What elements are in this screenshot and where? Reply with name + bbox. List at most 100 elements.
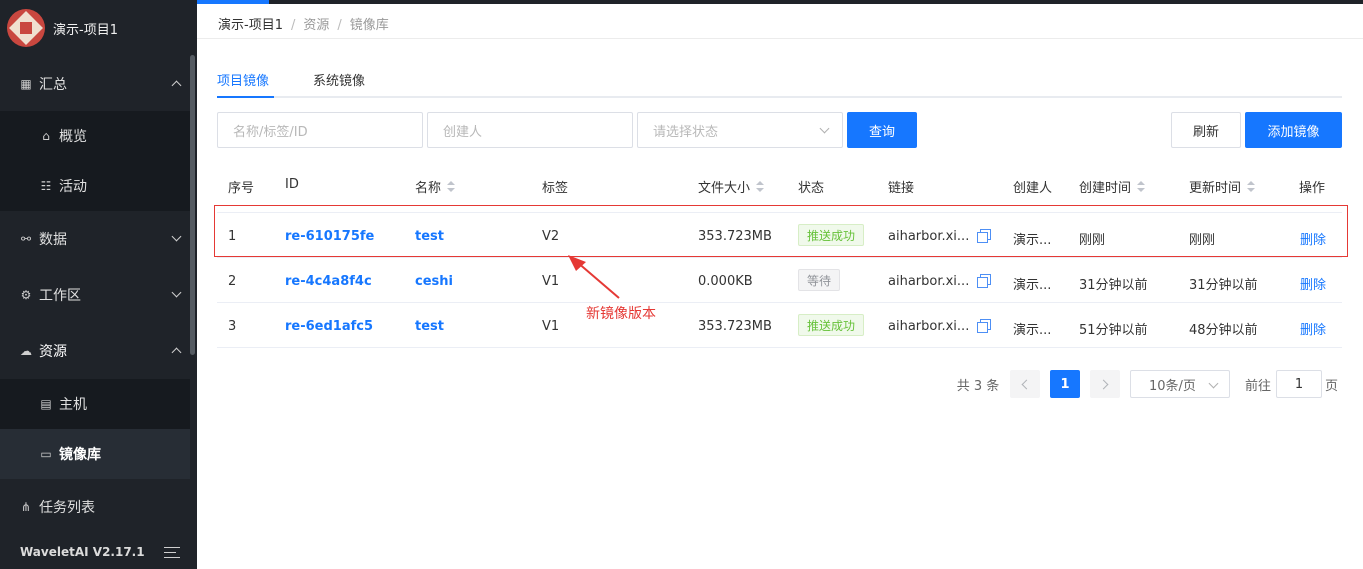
sidebar-item-label: 镜像库 <box>59 447 101 463</box>
sidebar-item-label: 资源 <box>39 344 67 360</box>
refresh-button[interactable]: 刷新 <box>1171 112 1241 148</box>
col-header-link: 链接 <box>888 181 915 196</box>
sidebar-item-label: 工作区 <box>39 288 81 304</box>
tab-system-images[interactable]: 系统镜像 <box>313 70 365 89</box>
col-header-updated[interactable]: 更新时间 <box>1189 177 1256 196</box>
breadcrumb-project[interactable]: 演示-项目1 <box>218 18 283 33</box>
query-button[interactable]: 查询 <box>847 112 917 148</box>
page-size-value: 10条/页 <box>1149 378 1196 394</box>
col-header-name[interactable]: 名称 <box>415 177 456 196</box>
cell-name-link[interactable]: ceshi <box>415 274 453 289</box>
delete-link[interactable]: 删除 <box>1300 274 1326 293</box>
row-divider <box>217 347 1342 348</box>
sidebar-item-label: 数据 <box>39 232 67 248</box>
name-search-input[interactable]: 名称/标签/ID <box>217 112 423 148</box>
sidebar-item-host[interactable]: ▤ 主机 <box>0 379 190 429</box>
sidebar: 演示-项目1 ▦ 汇总 ⌂ 概览 ☷ 活动 ⚯ 数据 ⚙ 工作区 ☁ 资源 ▤ … <box>0 0 197 569</box>
page-size-select[interactable]: 10条/页 <box>1130 370 1230 398</box>
sidebar-scrollbar[interactable] <box>190 55 195 355</box>
sidebar-header: 演示-项目1 <box>0 0 197 56</box>
chevron-down-icon <box>171 231 182 242</box>
chevron-down-icon <box>819 123 830 134</box>
chevron-up-icon <box>171 347 182 358</box>
sidebar-item-label: 活动 <box>59 179 87 195</box>
sidebar-item-tasks[interactable]: ⋔ 任务列表 <box>0 482 190 532</box>
breadcrumb: 演示-项目1/资源 / 镜像库 <box>218 18 389 33</box>
status-select-placeholder: 请选择状态 <box>653 124 719 140</box>
sidebar-item-label: 任务列表 <box>39 500 95 516</box>
cell-created: 51分钟以前 <box>1079 323 1148 338</box>
sidebar-item-overview[interactable]: ⌂ 概览 <box>0 111 190 161</box>
version-label: WaveletAI V2.17.1 <box>20 545 145 559</box>
sidebar-item-image-repo[interactable]: ▭ 镜像库 <box>0 429 190 479</box>
server-icon: ▤ <box>40 397 52 411</box>
chevron-up-icon <box>171 80 182 91</box>
col-header-size[interactable]: 文件大小 <box>698 177 765 196</box>
status-badge: 等待 <box>798 269 841 291</box>
sort-icon[interactable] <box>756 180 765 193</box>
image-repo-icon: ▭ <box>40 447 52 461</box>
app-logo[interactable] <box>7 9 45 47</box>
breadcrumb-resources[interactable]: 资源 <box>303 18 329 33</box>
activity-icon: ☷ <box>40 179 52 193</box>
sort-icon[interactable] <box>1137 180 1146 193</box>
sidebar-item-label: 主机 <box>59 397 87 413</box>
chevron-down-icon <box>171 287 182 298</box>
copy-icon[interactable] <box>977 274 991 288</box>
cell-updated: 48分钟以前 <box>1189 323 1258 338</box>
col-header-tag: 标签 <box>542 181 569 196</box>
add-image-button[interactable]: 添加镜像 <box>1245 112 1342 148</box>
hierarchy-icon: ⚯ <box>20 232 32 246</box>
collapse-menu-icon[interactable] <box>164 547 180 558</box>
app-name[interactable]: 演示-项目1 <box>53 19 118 38</box>
sort-icon[interactable] <box>1247 180 1256 193</box>
page-1-button[interactable]: 1 <box>1050 370 1080 398</box>
header-divider <box>197 38 1363 39</box>
chevron-down-icon <box>1208 378 1219 389</box>
row-divider <box>217 302 1342 303</box>
home-icon: ⌂ <box>42 129 50 143</box>
tab-active-indicator <box>217 96 274 98</box>
tab-project-images[interactable]: 项目镜像 <box>217 70 269 89</box>
cell-creator: 演示... <box>1013 323 1052 338</box>
top-bar-accent <box>197 0 269 4</box>
col-header-created[interactable]: 创建时间 <box>1079 177 1146 196</box>
row-divider <box>217 257 1342 258</box>
goto-page-input[interactable]: 1 <box>1276 370 1322 398</box>
page-unit-label: 页 <box>1325 378 1339 394</box>
col-header-creator: 创建人 <box>1013 181 1053 196</box>
cell-no: 3 <box>228 319 237 334</box>
cell-tag: V1 <box>542 319 560 334</box>
next-page-button[interactable] <box>1090 370 1120 398</box>
gear-icon: ⚙ <box>20 288 32 302</box>
annotation-label: 新镜像版本 <box>586 306 656 322</box>
cell-name-link[interactable]: test <box>415 319 444 334</box>
cell-updated: 31分钟以前 <box>1189 278 1258 293</box>
sidebar-item-data[interactable]: ⚯ 数据 <box>0 214 190 264</box>
cloud-icon: ☁ <box>20 344 32 358</box>
sidebar-item-resources[interactable]: ☁ 资源 <box>0 326 190 376</box>
sort-icon[interactable] <box>447 180 456 193</box>
sidebar-footer: WaveletAI V2.17.1 <box>0 535 190 569</box>
cell-id-link[interactable]: re-6ed1afc5 <box>285 319 373 334</box>
status-select[interactable]: 请选择状态 <box>637 112 843 148</box>
cell-link: aiharbor.xi... <box>888 319 970 334</box>
sidebar-item-label: 概览 <box>59 129 87 145</box>
cell-created: 31分钟以前 <box>1079 278 1148 293</box>
col-header-status: 状态 <box>798 181 825 196</box>
sidebar-item-activity[interactable]: ☷ 活动 <box>0 161 190 211</box>
creator-input[interactable]: 创建人 <box>427 112 633 148</box>
col-header-id: ID <box>285 177 299 192</box>
sidebar-item-summary[interactable]: ▦ 汇总 <box>0 59 190 109</box>
sidebar-item-label: 汇总 <box>39 77 67 93</box>
cell-id-link[interactable]: re-4c4a8f4c <box>285 274 372 289</box>
status-badge: 推送成功 <box>798 314 865 336</box>
copy-icon[interactable] <box>977 319 991 333</box>
breadcrumb-image-repo: 镜像库 <box>349 18 389 33</box>
cell-size: 0.000KB <box>698 274 753 289</box>
sidebar-item-workspace[interactable]: ⚙ 工作区 <box>0 270 190 320</box>
col-header-actions: 操作 <box>1299 181 1326 196</box>
delete-link[interactable]: 删除 <box>1300 319 1326 338</box>
cell-size: 353.723MB <box>698 319 772 334</box>
prev-page-button[interactable] <box>1010 370 1040 398</box>
